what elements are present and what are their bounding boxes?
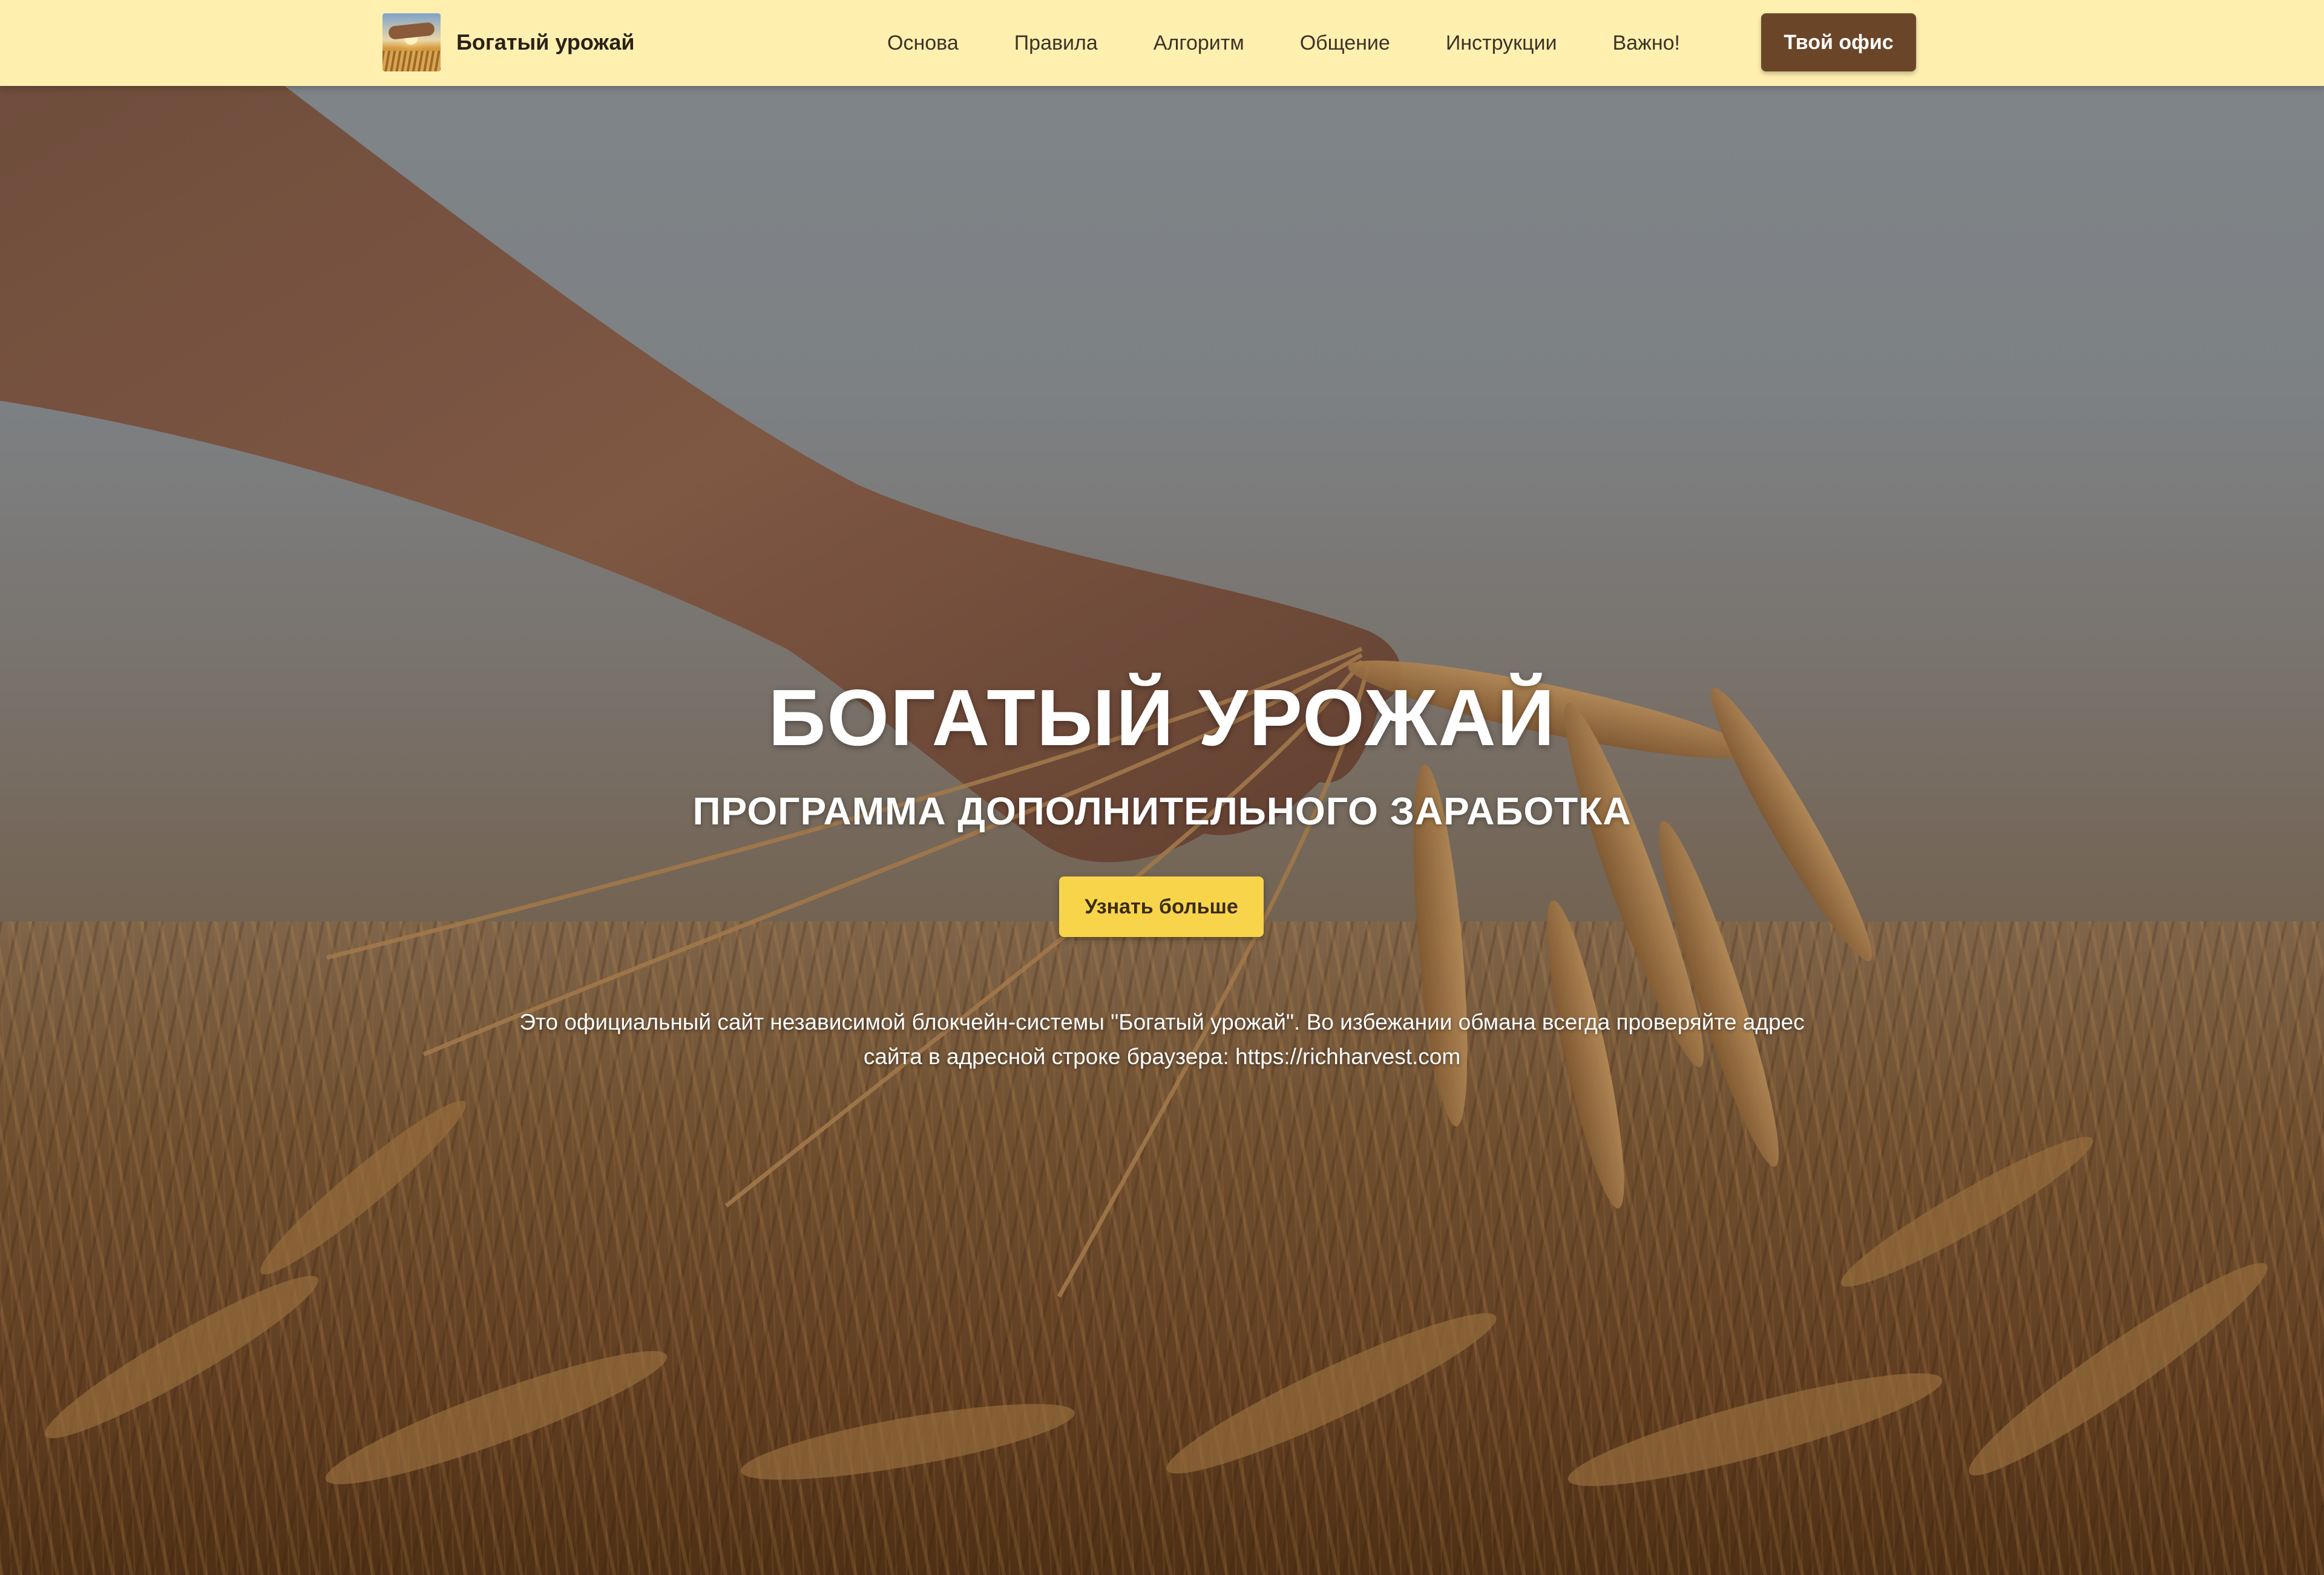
main-nav: Основа Правила Алгоритм Общение Инструкц…	[887, 0, 1680, 86]
hero-subtitle: ПРОГРАММА ДОПОЛНИТЕЛЬНОГО ЗАРАБОТКА	[692, 789, 1632, 833]
nav-link-rules[interactable]: Правила	[1014, 31, 1098, 55]
nav-link-important[interactable]: Важно!	[1613, 31, 1680, 55]
nav-link-basics[interactable]: Основа	[887, 31, 959, 55]
nav-link-communication[interactable]: Общение	[1300, 31, 1390, 55]
hero-section: БОГАТЫЙ УРОЖАЙ ПРОГРАММА ДОПОЛНИТЕЛЬНОГО…	[0, 86, 2324, 1575]
logo-hands	[388, 22, 435, 40]
brand-link[interactable]: Богатый урожай	[382, 13, 635, 71]
learn-more-button[interactable]: Узнать больше	[1059, 876, 1264, 937]
brand-logo-icon	[382, 13, 441, 71]
logo-field	[382, 51, 441, 71]
brand-name: Богатый урожай	[456, 30, 635, 54]
hero-content: БОГАТЫЙ УРОЖАЙ ПРОГРАММА ДОПОЛНИТЕЛЬНОГО…	[0, 86, 2324, 1575]
top-navbar: Богатый урожай Основа Правила Алгоритм О…	[0, 0, 2324, 86]
hero-title: БОГАТЫЙ УРОЖАЙ	[768, 673, 1556, 762]
nav-link-algorithm[interactable]: Алгоритм	[1154, 31, 1244, 55]
office-button[interactable]: Твой офис	[1761, 13, 1916, 71]
nav-link-instructions[interactable]: Инструкции	[1446, 31, 1557, 55]
official-site-notice: Это официальный сайт независимой блокчей…	[519, 1010, 1805, 1069]
